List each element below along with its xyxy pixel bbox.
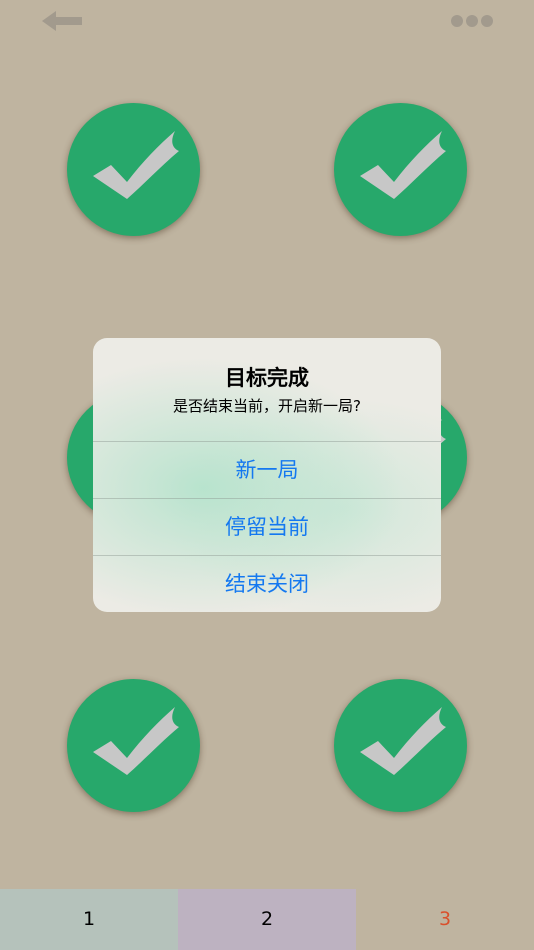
back-arrow-icon — [42, 11, 82, 31]
tab-1[interactable]: 1 — [0, 889, 178, 950]
checkmark-icon — [360, 707, 446, 775]
alert-message: 是否结束当前，开启新一局? — [173, 397, 361, 415]
completed-circle[interactable] — [334, 679, 467, 812]
completed-circle[interactable] — [334, 103, 467, 236]
completion-alert-dialog: 目标完成 是否结束当前，开启新一局? 新一局 停留当前 结束关闭 — [93, 338, 441, 612]
checkmark-icon — [93, 707, 179, 775]
back-button[interactable] — [40, 8, 86, 34]
tab-3[interactable]: 3 — [356, 889, 534, 950]
new-game-button[interactable]: 新一局 — [93, 441, 441, 498]
bottom-tab-bar: 1 2 3 — [0, 889, 534, 950]
alert-title: 目标完成 — [225, 366, 309, 390]
end-close-button[interactable]: 结束关闭 — [93, 555, 441, 612]
checkmark-icon — [93, 131, 179, 199]
top-bar — [0, 0, 534, 44]
tab-2[interactable]: 2 — [178, 889, 356, 950]
more-button[interactable] — [448, 10, 496, 32]
checkmark-icon — [360, 131, 446, 199]
stay-current-button[interactable]: 停留当前 — [93, 498, 441, 555]
completed-circle[interactable] — [67, 103, 200, 236]
more-dots-icon — [451, 15, 493, 27]
completed-circle[interactable] — [67, 679, 200, 812]
